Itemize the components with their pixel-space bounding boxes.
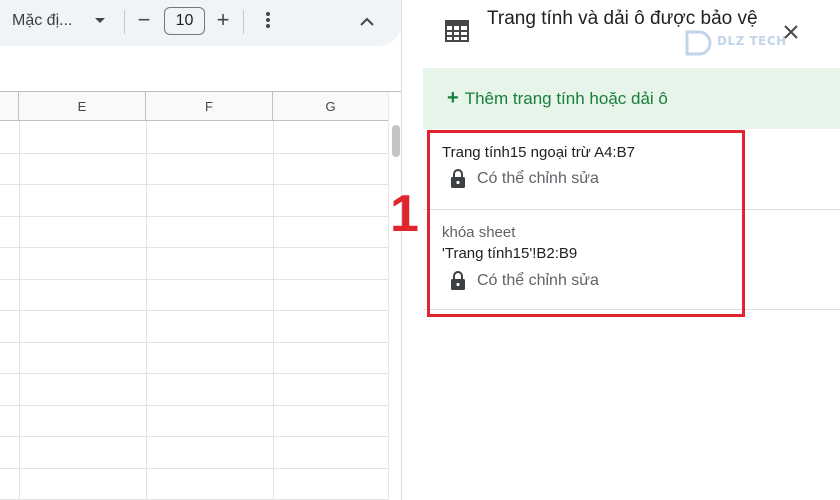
grid-column-line <box>273 121 274 500</box>
grid-row-line <box>0 404 388 406</box>
grid-column-line <box>19 121 20 500</box>
table-icon <box>445 20 469 42</box>
highlight-box <box>427 130 745 317</box>
scrollbar-thumb[interactable] <box>392 125 400 157</box>
plus-icon: + <box>447 87 459 109</box>
spreadsheet-area: Mặc đị... − 10 + E F G <box>0 0 402 500</box>
font-family-dropdown[interactable]: Mặc đị... <box>12 12 72 30</box>
grid-row-line <box>0 152 388 154</box>
chevron-down-icon[interactable] <box>95 18 105 23</box>
grid-row-line <box>0 436 388 437</box>
format-toolbar: Mặc đị... − 10 + <box>0 0 401 46</box>
grid-row-line <box>0 278 388 280</box>
grid-row-line <box>0 373 388 374</box>
toolbar-divider <box>124 10 125 34</box>
toolbar-divider <box>243 10 244 34</box>
grid-column-line <box>146 121 147 500</box>
step-number-annotation: 1 <box>390 185 419 243</box>
increase-font-size-button[interactable]: + <box>213 8 233 32</box>
column-header-partial <box>0 92 19 121</box>
more-options-icon[interactable] <box>262 12 274 32</box>
close-icon[interactable] <box>783 24 799 40</box>
grid-row-line <box>0 310 388 311</box>
grid-row-line <box>0 215 388 217</box>
dlz-tech-watermark: DLZ TECH <box>681 26 797 60</box>
panel-header: Trang tính và dải ô được bảo vệ DLZ TECH <box>423 0 840 68</box>
vertical-scrollbar[interactable] <box>388 92 401 500</box>
column-header-e[interactable]: E <box>19 92 146 121</box>
cell-grid[interactable]: E F G <box>0 92 388 500</box>
grid-row-line <box>0 341 388 343</box>
decrease-font-size-button[interactable]: − <box>136 8 152 32</box>
add-sheet-or-range-label: Thêm trang tính hoặc dải ô <box>464 89 668 108</box>
column-header-f[interactable]: F <box>146 92 273 121</box>
grid-row-line <box>0 184 388 185</box>
column-header-g[interactable]: G <box>273 92 388 121</box>
grid-row-line <box>0 467 388 469</box>
grid-row-line <box>0 247 388 248</box>
collapse-toolbar-icon[interactable] <box>357 12 377 32</box>
add-sheet-or-range-button[interactable]: + Thêm trang tính hoặc dải ô <box>423 68 840 129</box>
font-size-input[interactable]: 10 <box>164 7 205 35</box>
